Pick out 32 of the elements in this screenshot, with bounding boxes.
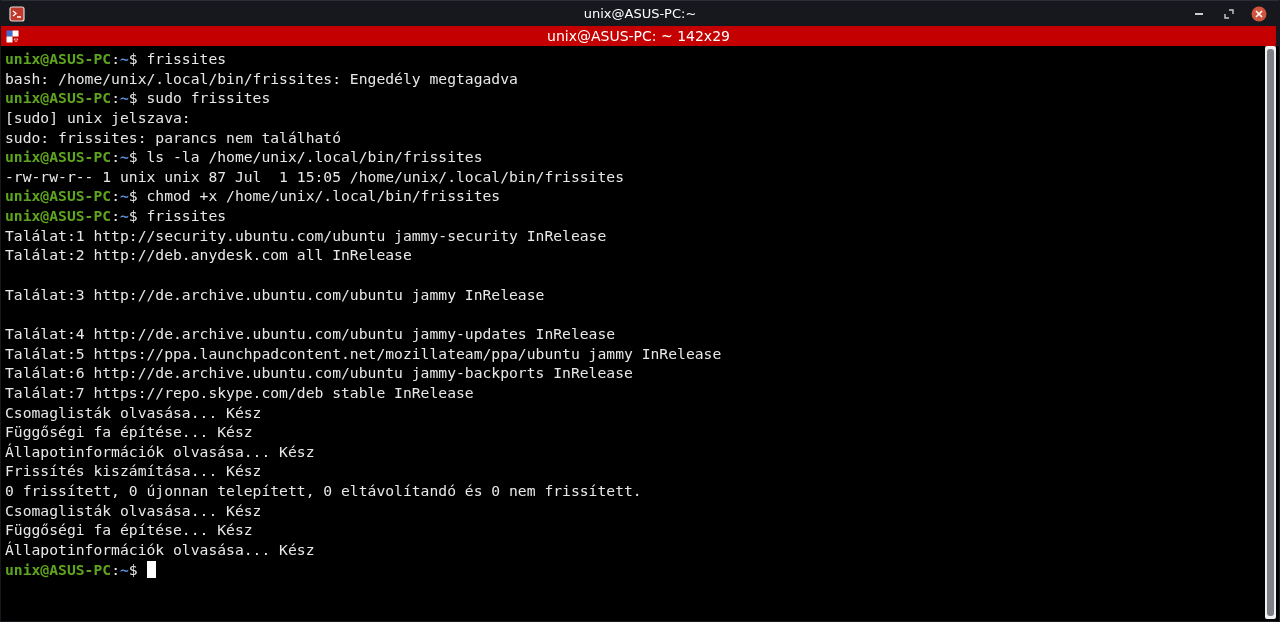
output-line: Találat:4 http://de.archive.ubuntu.com/ubuntu jammy-updates InRelease	[5, 323, 616, 344]
output-line: -rw-rw-r-- 1 unix unix 87 Jul 1 15:05 /home/unix/.local/bin/frissites	[5, 166, 624, 187]
output-line: Függőségi fa építése... Kész	[5, 520, 253, 540]
output-line: [sudo] unix jelszava:	[5, 107, 191, 128]
prompt-line: unix@ASUS-PC:~$ chmod +x /home/unix/.local/bin/frissites	[5, 186, 501, 207]
output-line: Találat:1 http://security.ubuntu.com/ubuntu jammy-security InRelease	[5, 225, 607, 246]
output-line: Találat:6 http://de.archive.ubuntu.com/ubuntu jammy-backports InRelease	[5, 363, 633, 383]
split-view-icon[interactable]	[6, 29, 19, 43]
prompt-line: unix@ASUS-PC:~$ sudo frissites	[5, 88, 271, 108]
prompt-line: unix@ASUS-PC:~$ ls -la /home/unix/.local/bin/frissites	[5, 147, 483, 167]
window-title: unix@ASUS-PC:~	[583, 6, 697, 21]
output-line: Állapotinformációk olvasása... Kész	[5, 441, 315, 462]
output-line: Találat:7 https://repo.skype.com/deb stable InRelease	[5, 382, 474, 403]
output-line: Találat:5 https://ppa.launchpadcontent.net/mozillateam/ppa/ubuntu jammy InRelease	[5, 343, 722, 364]
close-button[interactable]	[1251, 5, 1267, 22]
output-line: Találat:2 http://deb.anydesk.com all InRelease	[5, 245, 412, 266]
output-line: Csomaglisták olvasása... Kész	[5, 500, 262, 521]
output-line: bash: /home/unix/.local/bin/frissites: Engedély megtagadva	[5, 68, 518, 89]
prompt-line: unix@ASUS-PC:~$ frissites	[5, 206, 227, 226]
output-line: Csomaglisták olvasása... Kész	[5, 402, 262, 423]
close-icon	[1251, 5, 1267, 22]
session-title: unix@ASUS-PC: ~ 142x29	[547, 28, 730, 44]
prompt-line: unix@ASUS-PC:~$	[5, 559, 156, 580]
prompt-line: unix@ASUS-PC:~$ frissites	[5, 49, 227, 69]
output-line: Találat:3 http://de.archive.ubuntu.com/ubuntu jammy InRelease	[5, 284, 545, 305]
maximize-icon	[1224, 8, 1234, 19]
output-line: sudo: frissites: parancs nem található	[5, 127, 342, 148]
output-line: Állapotinformációk olvasása... Kész	[5, 540, 315, 560]
output-line: 0 frissített, 0 újonnan telepített, 0 eltávolítandó és 0 nem frissített.	[5, 481, 642, 501]
output-line: Függőségi fa építése... Kész	[5, 422, 253, 442]
output-line: Frissítés kiszámítása... Kész	[5, 461, 262, 482]
terminal-app-icon	[9, 5, 25, 22]
